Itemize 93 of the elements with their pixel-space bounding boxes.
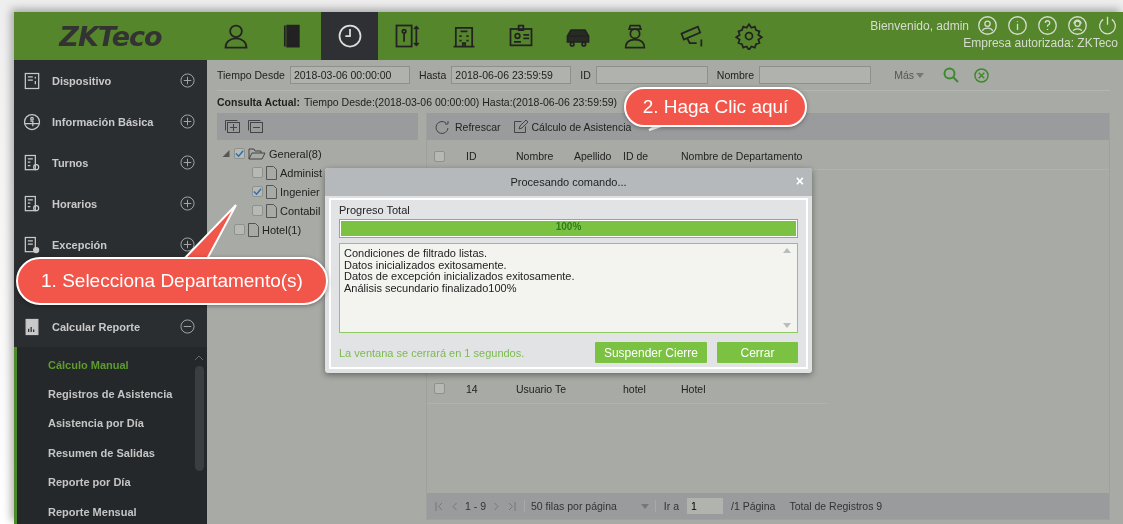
input-field[interactable]: 2018-03-06 00:00:00	[289, 66, 410, 84]
log-box[interactable]: Condiciones de filtrado listas. Datos inicializados exitosamente. Datos de excepción inicializados exitosamente. Análisis secundario finalizado100%	[339, 243, 798, 333]
checkbox[interactable]	[252, 186, 263, 197]
support-icon[interactable]	[1067, 15, 1088, 36]
checkbox[interactable]	[234, 224, 245, 235]
page-input[interactable]: 1	[687, 498, 723, 514]
checkbox[interactable]	[252, 167, 263, 178]
query-label: Consulta Actual:	[217, 96, 301, 108]
schedule-gear-icon[interactable]	[22, 152, 42, 173]
help-icon[interactable]	[1037, 15, 1058, 36]
info-person-icon[interactable]	[22, 111, 42, 132]
log-line: Datos inicializados exitosamente.	[344, 259, 508, 271]
column-header[interactable]: ID de	[623, 150, 649, 162]
page-count: /1 Página	[731, 500, 776, 512]
checkbox[interactable]	[234, 148, 245, 159]
submenu-item[interactable]: Registros de Asistencia	[17, 379, 207, 409]
caret-icon	[640, 503, 649, 509]
device-icon[interactable]	[22, 70, 42, 91]
sidebar-item[interactable]: Información Básica	[14, 101, 207, 142]
submenu-item[interactable]: Resumen de Salidas	[17, 438, 207, 468]
welcome-text: Bienvenido, admin	[870, 18, 969, 33]
sidebar-item[interactable]: Calcular Reporte	[14, 306, 207, 347]
input-field[interactable]: 2018-06-06 23:59:59	[451, 66, 572, 84]
table-cell: hotel	[623, 382, 646, 395]
collapse-icon[interactable]	[180, 319, 195, 334]
expand-arrow-icon[interactable]	[221, 150, 231, 157]
column-header[interactable]: Nombre de Departamento	[681, 150, 803, 162]
field-label: Nombre	[716, 69, 755, 81]
edit-icon	[512, 119, 528, 134]
table-cell: Usuario Te	[516, 382, 566, 395]
scroll-up-icon[interactable]	[195, 355, 203, 360]
expand-all-icon[interactable]	[225, 120, 240, 133]
table-cell: 14	[466, 382, 478, 395]
gear-icon[interactable]	[734, 22, 763, 50]
total-records: Total de Registros 9	[789, 500, 883, 512]
user-icon[interactable]	[977, 15, 998, 36]
field-label: Hasta	[418, 69, 447, 81]
progress-percent: 100%	[554, 221, 583, 232]
caret-icon	[916, 72, 925, 78]
log-line: Condiciones de filtrado listas.	[344, 248, 489, 260]
tree-item[interactable]: General(8)	[269, 147, 322, 160]
file-icon	[266, 184, 277, 199]
sidebar-item[interactable]: Horarios	[14, 183, 207, 224]
log-line: Datos de excepción inicializados exitosamente.	[344, 271, 576, 283]
submenu-item[interactable]: Asistencia por Día	[17, 408, 207, 439]
refresh-icon	[435, 119, 451, 134]
checkbox[interactable]	[434, 150, 445, 162]
schedule-gear-icon[interactable]	[22, 193, 42, 214]
refresh-button[interactable]: Refrescar	[435, 119, 501, 134]
module-tab[interactable]	[321, 12, 378, 60]
exception-icon[interactable]	[22, 234, 42, 255]
expand-icon[interactable]	[180, 73, 195, 88]
sidebar-item[interactable]: Dispositivo	[14, 60, 207, 101]
company-text: Empresa autorizada: ZKTeco	[963, 36, 1118, 50]
goto-label: Ir a	[663, 500, 679, 512]
field-label: Tiempo Desde	[217, 69, 285, 81]
file-icon	[248, 222, 259, 237]
tree-item[interactable]: Ingenier	[280, 185, 320, 198]
tree-item[interactable]: Hotel(1)	[262, 223, 302, 236]
file-icon	[266, 165, 277, 180]
page-size-dropdown[interactable]: 50 filas por página	[524, 500, 656, 512]
calculate-button[interactable]: Cálculo de Asistencia	[512, 119, 632, 134]
collapse-all-icon[interactable]	[248, 120, 263, 133]
submenu-item[interactable]: Cálculo Manual	[17, 350, 207, 380]
expand-icon[interactable]	[180, 237, 195, 252]
input-field[interactable]	[595, 66, 708, 84]
query-text: Tiempo Desde:(2018-03-06 00:00:00) Hasta:(2018-06-06 23:59:59)	[304, 96, 618, 108]
field-label: ID	[580, 69, 591, 81]
input-field[interactable]	[759, 66, 872, 84]
info-icon[interactable]	[1007, 15, 1028, 36]
checkbox[interactable]	[434, 383, 445, 394]
page-range: 1 - 9	[465, 500, 486, 512]
file-icon	[266, 203, 277, 218]
checkbox[interactable]	[252, 205, 263, 216]
logo: ZKTeco	[57, 19, 163, 54]
column-header[interactable]: ID	[466, 150, 477, 162]
folder-icon	[248, 147, 266, 160]
submenu-item[interactable]: Reporte por Día	[17, 467, 207, 497]
expand-icon[interactable]	[180, 155, 195, 170]
log-line: Análisis secundario finalizado100%	[344, 282, 518, 294]
submenu-item[interactable]: Reporte Mensual	[17, 496, 207, 524]
tree-item[interactable]: Administ	[280, 166, 323, 179]
sidebar-item[interactable]: Turnos	[14, 142, 207, 183]
expand-icon[interactable]	[180, 114, 195, 129]
power-icon[interactable]	[1097, 15, 1118, 36]
countdown-text: La ventana se cerrará en 1 segundos.	[339, 346, 526, 359]
table-cell: Hotel	[681, 382, 706, 395]
expand-icon[interactable]	[180, 196, 195, 211]
tree-item[interactable]: Contabil	[280, 204, 321, 217]
column-header[interactable]: Apellido	[574, 150, 612, 162]
dialog-title: Procesando comando...	[510, 176, 627, 188]
progress-label: Progreso Total	[339, 204, 411, 216]
column-header[interactable]: Nombre	[516, 150, 554, 162]
